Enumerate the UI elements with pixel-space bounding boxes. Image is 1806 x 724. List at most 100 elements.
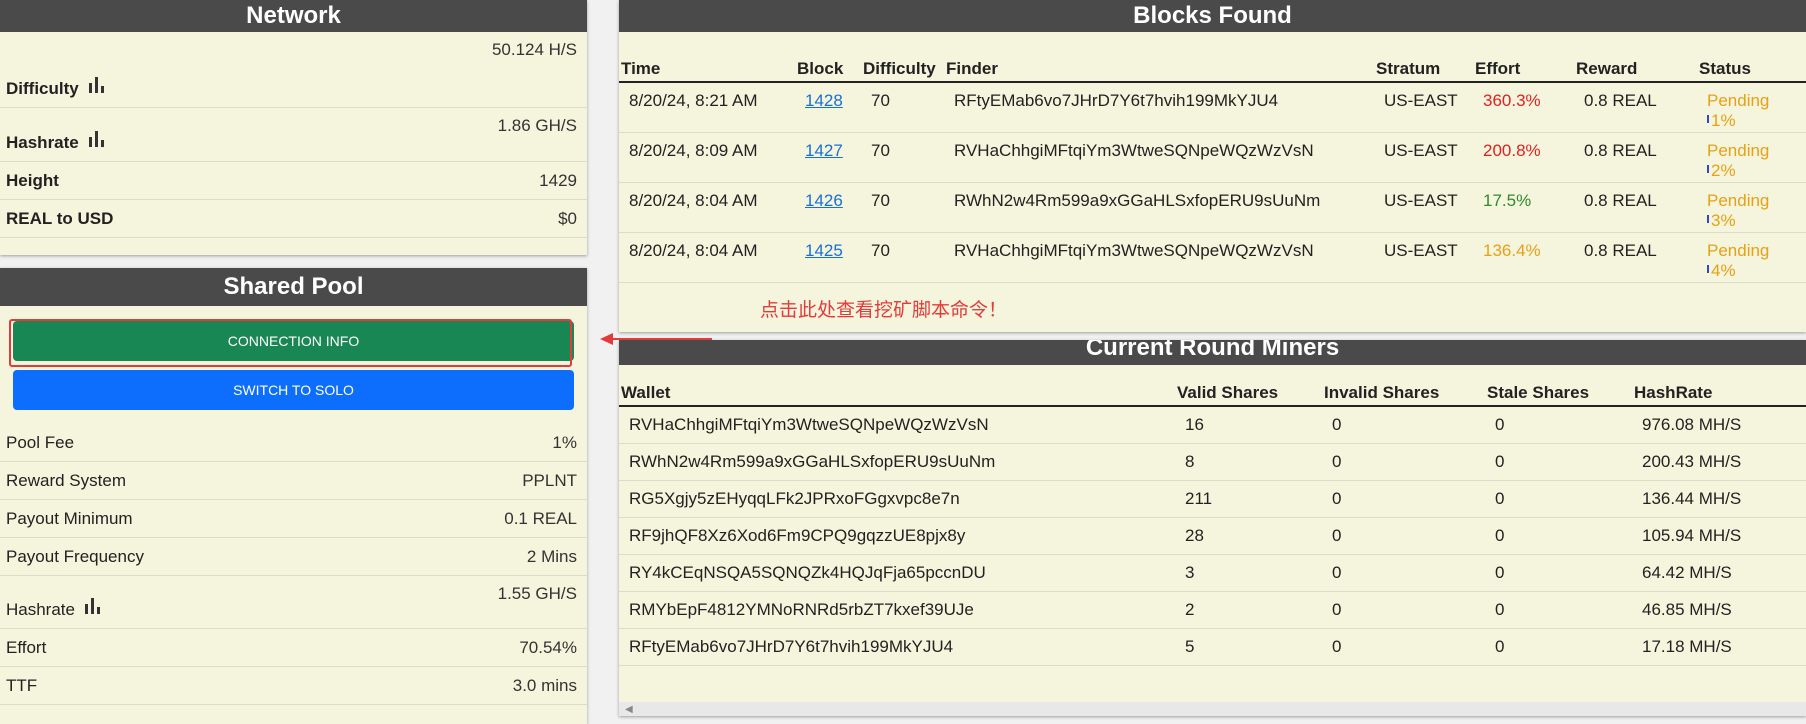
blocks-column-header[interactable]: Finder [944,57,1374,83]
block-status: Pending 1% [1697,82,1806,133]
blocks-column-header[interactable]: Difficulty [861,57,944,83]
pool-stat-label: Pool Fee [6,432,75,452]
chart-bar-icon[interactable] [84,598,100,614]
miners-column-header[interactable]: HashRate [1632,381,1806,407]
status-progress: 1% [1711,111,1736,130]
effort-row: Effort 70.54% [0,629,587,667]
connection-info-highlight [9,319,572,367]
pool-stat-label: Reward System [6,470,126,490]
difficulty-value: 50.124 H/S [491,40,577,59]
block-row: 8/20/24, 8:21 AM 1428 70 RFtyEMab6vo7JHrD7Y… [619,82,1806,133]
blocks-column-header[interactable]: Stratum [1374,57,1473,83]
block-reward: 0.8 REAL [1584,91,1657,110]
miner-wallet: RVHaChhgiMFtqiYm3WtweSQNpeWQzWzVsN [629,415,989,434]
block-reward: 0.8 REAL [1584,240,1657,260]
block-time: 8/20/24, 8:21 AM [629,91,758,110]
progress-bar [1707,264,1709,273]
miner-invalid-shares: 0 [1332,599,1342,619]
hashrate-row: Hashrate 1.86 GH/S [0,108,587,162]
block-effort: 136.4% [1483,240,1541,260]
usd-row: REAL to USD $0 [0,200,587,238]
block-difficulty: 70 [871,240,890,260]
miner-stale-shares: 0 [1495,562,1505,582]
pool-title: Shared Pool [0,268,587,306]
ttf-label: TTF [6,675,38,695]
block-finder: RVHaChhgiMFtqiYm3WtweSQNpeWQzWzVsN [954,240,1314,260]
block-stratum: US-EAST [1384,240,1458,260]
miner-hashrate: 136.44 MH/S [1642,488,1742,508]
pool-stat-label: Payout Frequency [6,546,144,566]
pool-stat-row: Reward System PPLNT [0,462,587,500]
miners-header-row: Wallet Valid Shares Invalid Shares Stale Sh… [619,381,1806,407]
pool-stat-value: 1% [552,432,577,452]
progress-bar [1707,164,1709,173]
pool-stats-list: Pool Fee 1% Reward System PPLNT Payout Minim… [0,424,587,576]
block-stratum: US-EAST [1384,91,1458,110]
miner-invalid-shares: 0 [1332,451,1342,471]
miners-title: Current Round Miners [619,340,1806,365]
block-stratum: US-EAST [1384,140,1458,160]
blocks-column-header[interactable]: Status [1697,57,1806,83]
block-number-link[interactable]: 1428 [805,91,843,110]
miner-wallet: RY4kCEqNSQA5SQNQZk4HQJqFja65pccnDU [629,562,986,582]
pool-stat-value: 0.1 REAL [504,508,577,528]
miners-column-header[interactable]: Stale Shares [1485,381,1632,407]
pool-stat-value: 2 Mins [526,546,577,566]
block-stratum: US-EAST [1384,190,1458,210]
miner-invalid-shares: 0 [1332,488,1342,508]
miners-column-header[interactable]: Valid Shares [1175,381,1322,407]
block-time: 8/20/24, 8:04 AM [629,190,758,210]
usd-value: $0 [558,208,577,228]
blocks-column-header[interactable]: Effort [1473,57,1574,83]
blocks-column-header[interactable]: Block [795,57,861,83]
block-number-link[interactable]: 1425 [805,241,843,260]
block-difficulty: 70 [871,190,890,210]
block-row: 8/20/24, 8:04 AM 1425 70 RVHaChhgiMFtqiYm3W… [619,232,1806,283]
miner-stale-shares: 0 [1495,599,1505,619]
block-number-link[interactable]: 1426 [805,191,843,210]
progress-bar [1707,115,1709,123]
miner-wallet: RMYbEpF4812YMNoRNRd5rbZT7kxef39UJe [629,599,974,619]
pool-hashrate-label: Hashrate [6,600,75,619]
scroll-left-icon[interactable]: ◀ [625,704,633,715]
chart-bar-icon[interactable] [88,131,104,147]
block-time: 8/20/24, 8:04 AM [629,240,758,260]
status-progress: 3% [1711,210,1736,230]
height-label: Height [6,170,59,190]
miner-valid-shares: 2 [1185,599,1195,619]
miners-column-header[interactable]: Wallet [619,381,1175,407]
miner-wallet: RF9jhQF8Xz6Xod6Fm9CPQ9gqzzUE8pjx8y [629,525,966,545]
status-progress: 4% [1711,260,1736,280]
miners-column-header[interactable]: Invalid Shares [1322,381,1485,407]
blocks-column-header[interactable]: Time [619,57,795,83]
block-effort: 200.8% [1483,140,1541,160]
block-reward: 0.8 REAL [1584,190,1657,210]
miner-row: RF9jhQF8Xz6Xod6Fm9CPQ9gqzzUE8pjx8y 28 0 0 10… [619,517,1806,555]
chart-bar-icon[interactable] [88,77,104,93]
block-reward: 0.8 REAL [1584,140,1657,160]
blocks-title: Blocks Found [619,0,1806,32]
blocks-header-row: Time Block Difficulty Finder Stratum Effort Re… [619,57,1806,83]
miner-invalid-shares: 0 [1332,415,1342,434]
effort-label: Effort [6,637,47,657]
block-status: Pending 3% [1697,182,1806,233]
height-value: 1429 [539,170,577,190]
block-effort: 17.5% [1483,190,1532,210]
miner-invalid-shares: 0 [1332,562,1342,582]
block-row: 8/20/24, 8:09 AM 1427 70 RVHaChhgiMFtqiYm3W… [619,132,1806,183]
horizontal-scrollbar[interactable]: ◀ [619,702,1806,716]
block-status: Pending 4% [1697,232,1806,283]
block-finder: RWhN2w4Rm599a9xGGaHLSxfopERU9sUuNm [954,190,1321,210]
miner-valid-shares: 8 [1185,451,1195,471]
miner-wallet: RWhN2w4Rm599a9xGGaHLSxfopERU9sUuNm [629,451,996,471]
network-panel: Network Difficulty 50.124 H/S Hashrate 1… [0,0,587,255]
block-number-link[interactable]: 1427 [805,141,843,160]
miner-hashrate: 64.42 MH/S [1642,562,1732,582]
pool-hashrate-row: Hashrate 1.55 GH/S [0,576,587,629]
block-status: Pending 2% [1697,132,1806,183]
miner-row: RMYbEpF4812YMNoRNRd5rbZT7kxef39UJe 2 0 0 46.… [619,591,1806,629]
blocks-column-header[interactable]: Reward [1574,57,1697,83]
switch-to-solo-button[interactable]: SWITCH TO SOLO [13,370,574,410]
miner-stale-shares: 0 [1495,488,1505,508]
miner-valid-shares: 5 [1185,636,1195,656]
